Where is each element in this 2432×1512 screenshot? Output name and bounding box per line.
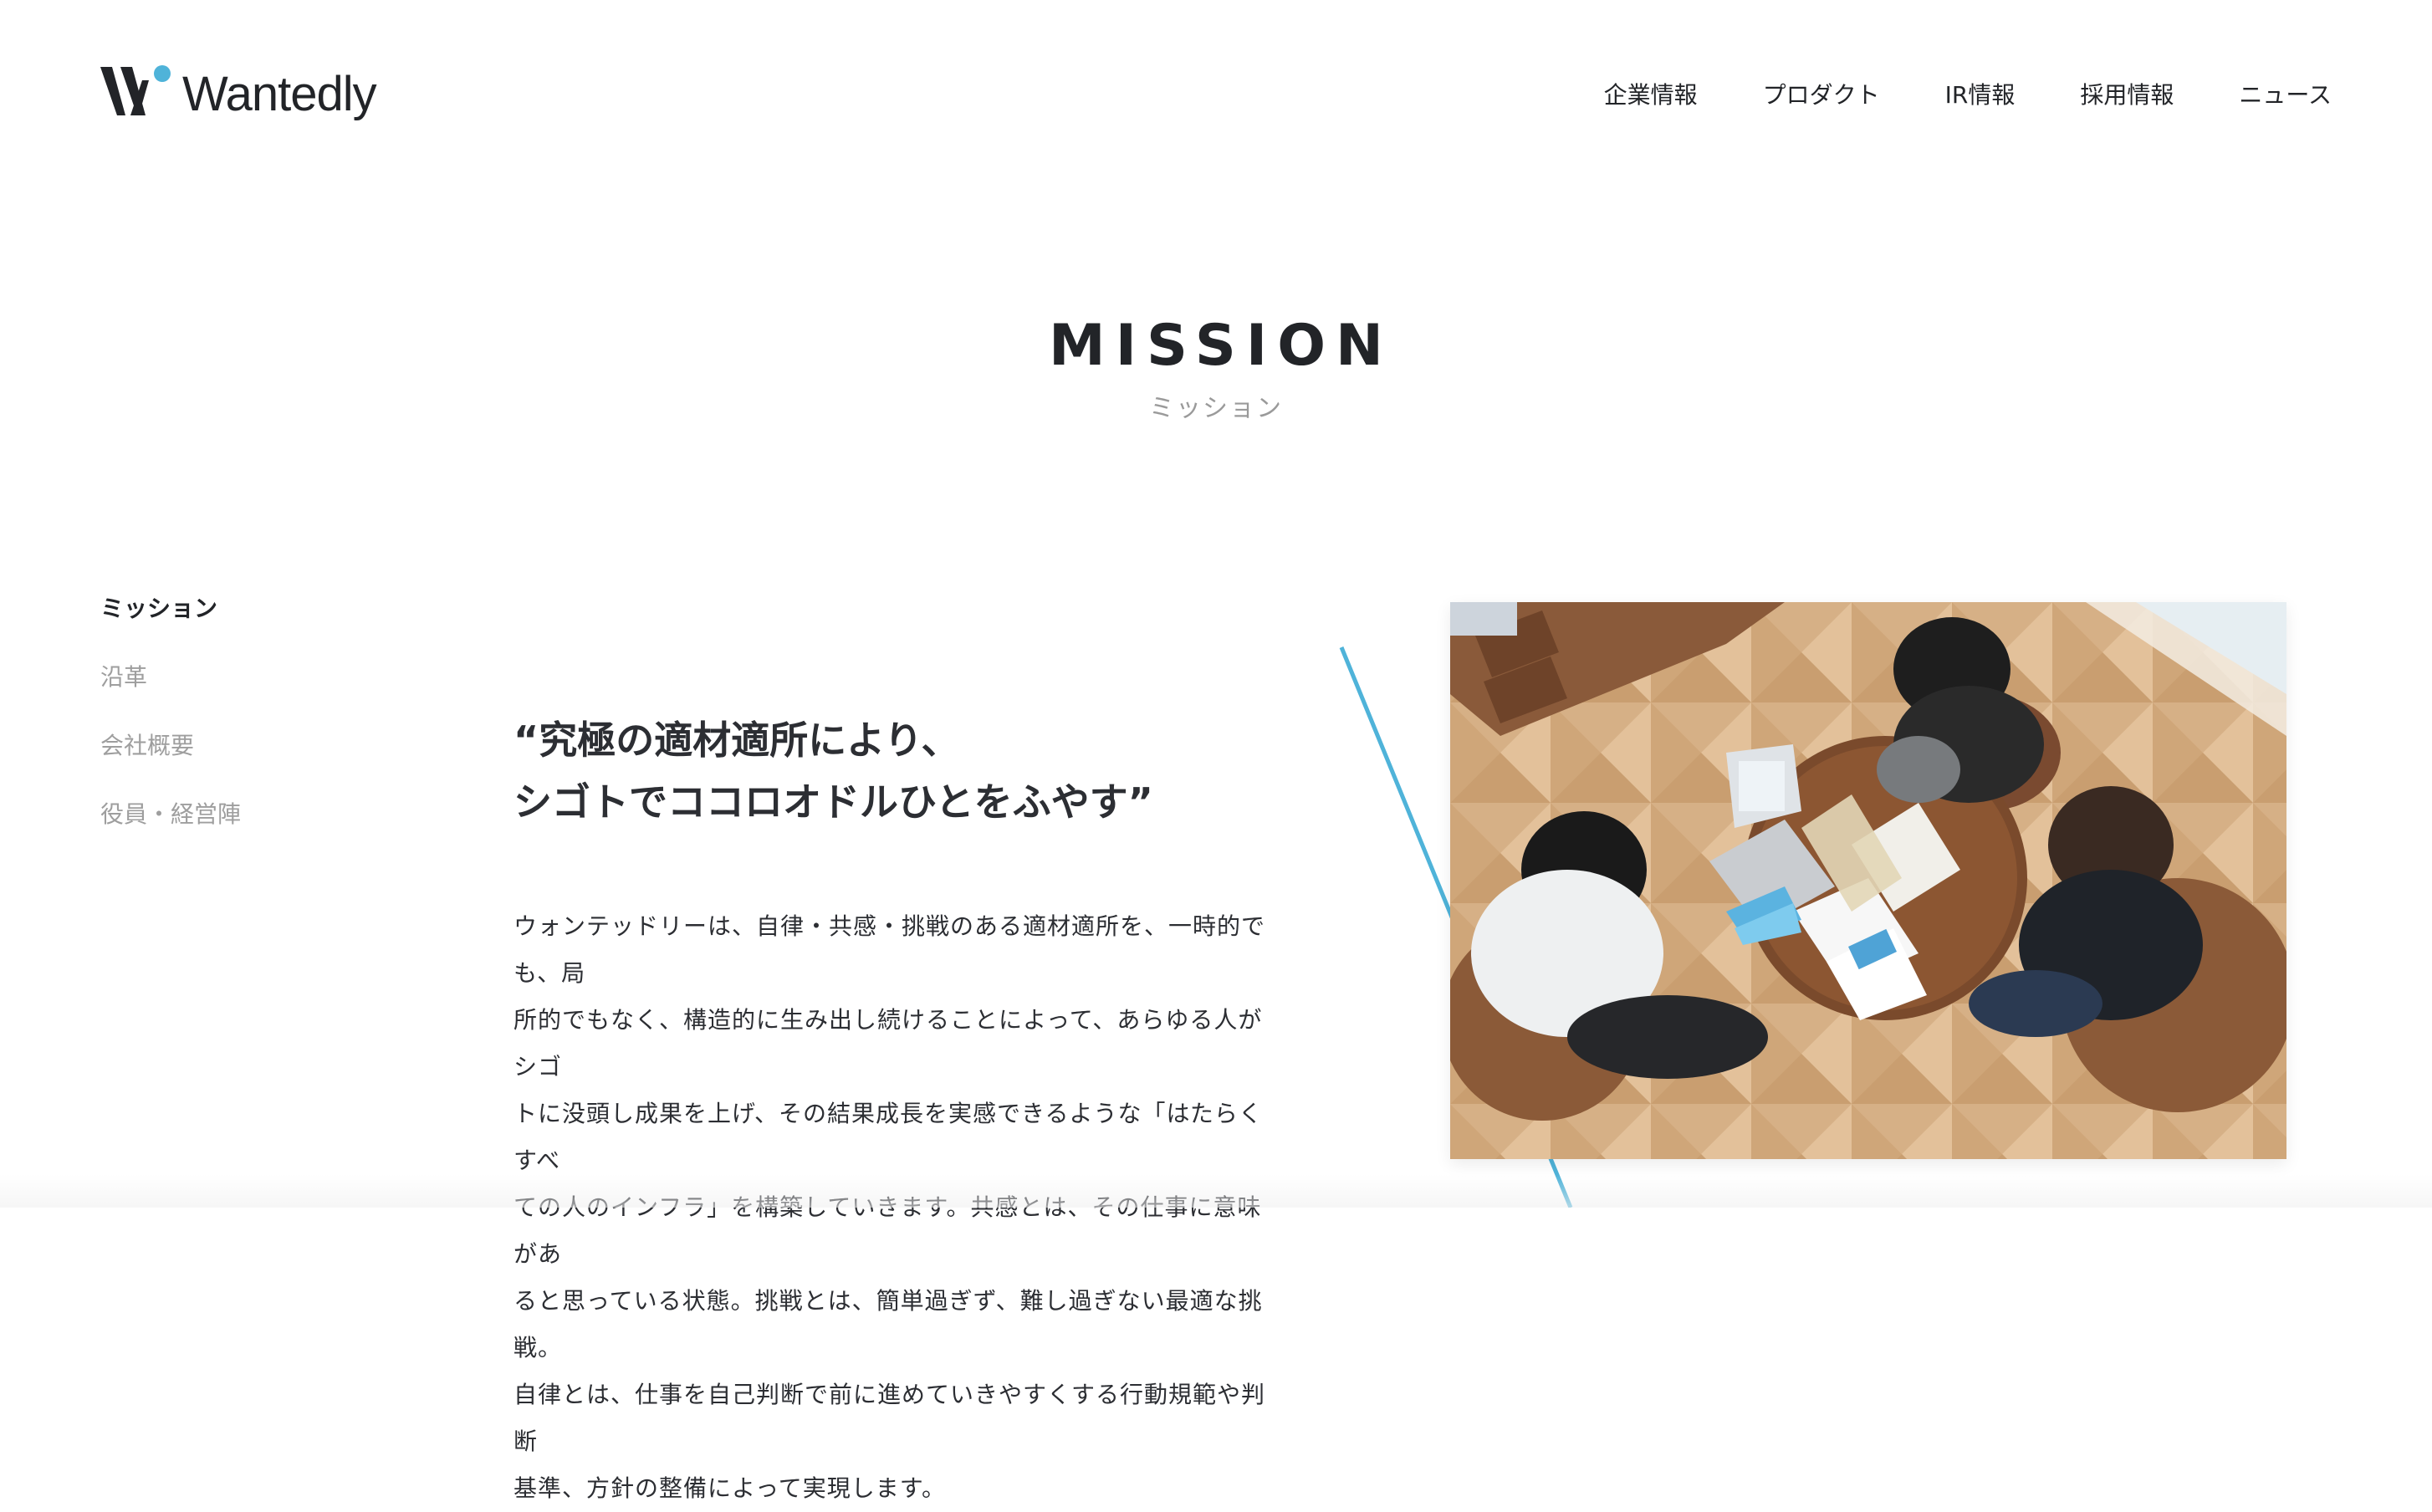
- nav-item-products[interactable]: プロダクト: [1763, 84, 1880, 107]
- site-header: Wantedly 企業情報 プロダクト IR情報 採用情報 ニュース: [0, 0, 2432, 184]
- mission-description-line: トに没頭し成果を上げ、その結果成長を実感できるような「はたらくすべ: [513, 1100, 1263, 1174]
- nav-item-ir-info[interactable]: IR情報: [1945, 84, 2016, 107]
- logo-text: Wantedly: [182, 67, 377, 121]
- main-nav: 企業情報 プロダクト IR情報 採用情報 ニュース: [1604, 84, 2332, 107]
- mission-photo: [1450, 602, 2286, 1159]
- bottom-fade: [0, 1174, 2432, 1208]
- side-nav-item-mission[interactable]: ミッション: [100, 597, 241, 621]
- wantedly-logo[interactable]: Wantedly: [100, 64, 377, 121]
- nav-item-company-info[interactable]: 企業情報: [1604, 84, 1698, 107]
- nav-item-news[interactable]: ニュース: [2239, 84, 2332, 107]
- mission-description-line: ウォンテッドリーは、自律・共感・挑戦のある適材適所を、一時的でも、局: [513, 912, 1266, 987]
- nav-item-recruit[interactable]: 採用情報: [2080, 84, 2174, 107]
- mission-quote-line-1: “究極の適材適所により、: [513, 718, 960, 763]
- side-nav-item-executives[interactable]: 役員・経営陣: [100, 803, 241, 826]
- side-nav-item-company-overview[interactable]: 会社概要: [100, 734, 241, 758]
- mission-description-line: 所的でもなく、構造的に生み出し続けることによって、あらゆる人がシゴ: [513, 1006, 1263, 1080]
- section-title-english: MISSION: [1049, 313, 1393, 379]
- side-nav: ミッション 沿革 会社概要 役員・経営陣: [100, 597, 241, 826]
- mission-quote-line-2: シゴトでココロオドルひとをふやす”: [513, 779, 1153, 825]
- mission-description-line: 自律とは、仕事を自己判断で前に進めていきやすくする行動規範や判断: [513, 1381, 1266, 1455]
- mission-description-line: ると思っている状態。挑戦とは、簡単過ぎず、難し過ぎない最適な挑戦。: [513, 1287, 1263, 1361]
- mission-content: “究極の適材適所により、 シゴトでココロオドルひとをふやす” ウォンテッドリーは…: [513, 709, 1283, 1512]
- wantedly-w-logo-icon: [100, 65, 171, 115]
- section-title-japanese: ミッション: [1149, 394, 1283, 423]
- section-title: MISSION ミッション: [0, 318, 2432, 421]
- mission-description: ウォンテッドリーは、自律・共感・挑戦のある適材適所を、一時的でも、局 所的でもな…: [513, 903, 1283, 1512]
- side-nav-item-history[interactable]: 沿革: [100, 666, 241, 689]
- mission-quote: “究極の適材適所により、 シゴトでココロオドルひとをふやす”: [513, 709, 1283, 833]
- mission-description-line: 基準、方針の整備によって実現します。: [513, 1474, 946, 1502]
- office-meeting-image: [1450, 602, 2286, 1159]
